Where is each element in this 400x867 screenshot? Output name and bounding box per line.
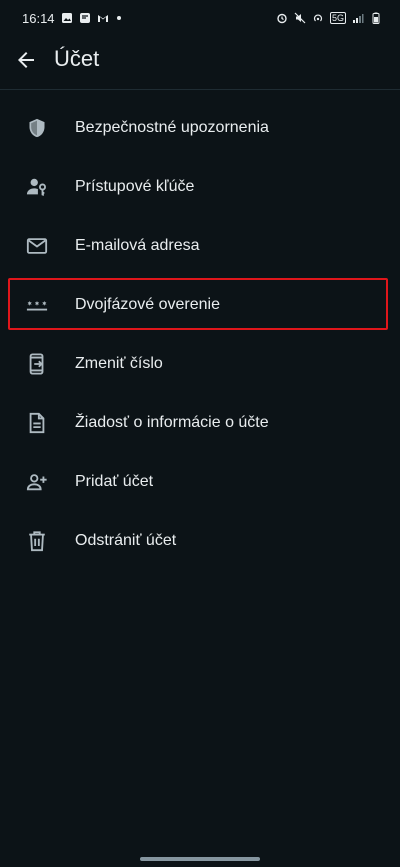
menu-item-label: E-mailová adresa [75,236,200,254]
person-key-icon [26,176,48,198]
app-bar: Účet [0,36,400,86]
network-type: 5G [329,12,346,24]
menu-item-security-notifications[interactable]: Bezpečnostné upozornenia [0,98,400,157]
menu-item-add-account[interactable]: Pridať účet [0,452,400,511]
menu-item-passkeys[interactable]: Prístupové kľúče [0,157,400,216]
mute-icon [294,12,306,24]
gmail-icon [97,15,108,22]
status-bar: 16:14 5G [0,0,400,36]
document-icon [26,412,48,434]
trash-icon [26,530,48,552]
hotspot-icon [313,14,323,22]
menu-item-delete-account[interactable]: Odstrániť účet [0,511,400,570]
menu-item-label: Zmeniť číslo [75,354,163,372]
shield-icon [26,117,48,139]
notification-dot-icon [116,16,121,20]
add-person-icon [26,471,48,493]
menu-item-label: Odstrániť účet [75,531,177,549]
home-indicator[interactable] [140,857,260,861]
settings-list: Bezpečnostné upozornenia Prístupové kľúč… [0,98,400,570]
highlight-box [8,278,388,330]
menu-item-email-address[interactable]: E-mailová adresa [0,216,400,275]
menu-item-request-account-info[interactable]: Žiadosť o informácie o účte [0,393,400,452]
signal-icon [353,14,364,23]
battery-icon [372,12,380,24]
menu-item-label: Bezpečnostné upozornenia [75,118,269,136]
email-icon [26,235,48,257]
menu-item-label: Prístupové kľúče [75,177,195,195]
menu-item-label: Pridať účet [75,472,154,490]
chat-app-icon [79,13,90,23]
phone-transfer-icon [26,352,48,375]
back-arrow-icon[interactable] [14,48,38,72]
alarm-icon [277,13,287,24]
header-divider [0,89,400,90]
page-title: Účet [54,46,100,71]
status-time: 16:14 [22,10,55,26]
menu-item-change-number[interactable]: Zmeniť číslo [0,334,400,393]
menu-item-label: Žiadosť o informácie o účte [75,413,269,431]
gallery-icon [61,13,72,23]
